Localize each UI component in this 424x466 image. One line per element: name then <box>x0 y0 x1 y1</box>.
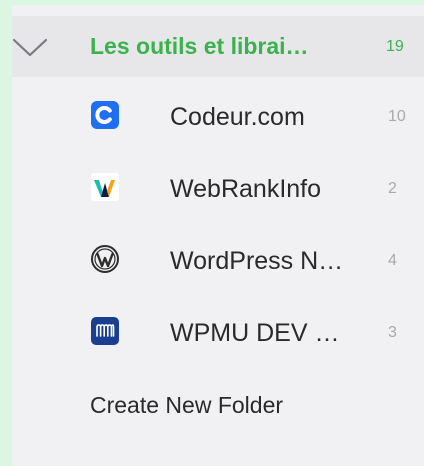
feed-item-codeur[interactable]: Codeur.com 10 <box>12 81 424 153</box>
folder-row[interactable]: Les outils et librai… 19 <box>12 16 424 77</box>
codeur-icon <box>91 101 119 129</box>
feed-unread-count: 4 <box>388 252 397 269</box>
create-new-folder-button[interactable]: Create New Folder <box>90 385 283 425</box>
wordpress-icon <box>91 245 119 273</box>
feed-sidebar-panel: Les outils et librai… 19 Codeur.com 10 W… <box>12 5 424 466</box>
webrankinfo-icon <box>91 173 119 201</box>
wpmudev-icon <box>91 317 119 345</box>
feed-item-webrankinfo[interactable]: WebRankInfo 2 <box>12 153 424 225</box>
feed-unread-count: 10 <box>388 108 406 125</box>
feed-item-wpmudev[interactable]: WPMU DEV … 3 <box>12 297 424 369</box>
feed-item-wordpress[interactable]: WordPress N… 4 <box>12 225 424 297</box>
feed-label: WebRankInfo <box>170 175 322 203</box>
folder-label: Les outils et librai… <box>90 33 309 59</box>
feed-label: Codeur.com <box>170 103 305 131</box>
feed-unread-count: 2 <box>388 180 397 197</box>
feed-label: WordPress N… <box>170 247 344 275</box>
feed-label: WPMU DEV … <box>170 319 340 347</box>
chevron-down-icon[interactable] <box>12 38 48 58</box>
feed-unread-count: 3 <box>388 324 397 341</box>
folder-unread-count: 19 <box>386 38 404 55</box>
